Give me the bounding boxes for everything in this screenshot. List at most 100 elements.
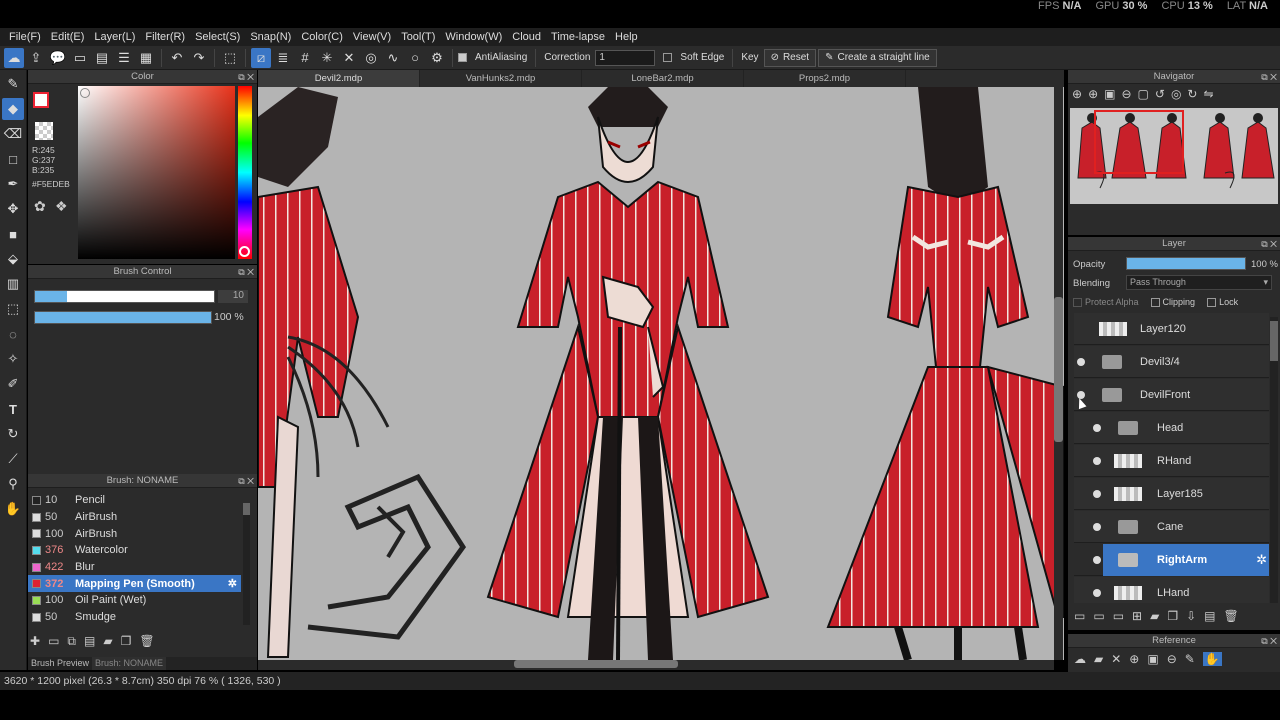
brush-tool-icon[interactable]: ✎ <box>2 73 24 95</box>
brush-settings-icon[interactable]: ✲ <box>228 577 237 590</box>
brush-item[interactable]: 376 Watercolor <box>28 542 241 559</box>
snap-curve-icon[interactable]: ∿ <box>383 48 403 68</box>
trash-icon[interactable]: 🗑 <box>139 634 154 649</box>
drawing-canvas[interactable] <box>258 87 1064 660</box>
navigator-viewport[interactable] <box>1094 110 1184 174</box>
redo-icon[interactable]: ↷ <box>189 48 209 68</box>
snap-concentric-icon[interactable]: ◎ <box>361 48 381 68</box>
close-ref-icon[interactable]: ✕ <box>1111 652 1121 666</box>
layer-scrollbar[interactable] <box>1270 317 1278 603</box>
list-icon[interactable]: ☰ <box>114 48 134 68</box>
menu-cloud[interactable]: Cloud <box>507 31 546 43</box>
brush-preview-tab[interactable]: Brush Preview <box>28 657 92 670</box>
brush-opacity-value[interactable]: 100 % <box>214 311 244 323</box>
new-folder-icon[interactable]: ▰ <box>1150 609 1159 623</box>
menu-layer[interactable]: Layer(L) <box>89 31 140 43</box>
brush-size-value[interactable]: 10 <box>218 290 248 303</box>
saturation-value-picker[interactable] <box>78 86 235 259</box>
eyedropper-icon[interactable]: ⚲ <box>2 473 24 495</box>
panel-controls-icon[interactable]: ⧉ ✕ <box>238 265 254 279</box>
menu-edit[interactable]: Edit(E) <box>46 31 90 43</box>
brush-size-slider[interactable] <box>34 290 215 303</box>
soft-edge-checkbox[interactable] <box>663 53 673 62</box>
color-wheel-icon[interactable]: ✿ <box>34 198 46 215</box>
select-rect-icon[interactable]: ⬚ <box>2 298 24 320</box>
scroll-thumb[interactable] <box>1270 321 1278 361</box>
panel-controls-icon[interactable]: ⧉ ✕ <box>238 70 254 84</box>
brush-name-tab[interactable]: Brush: NONAME <box>92 657 167 670</box>
antialiasing-checkbox[interactable] <box>458 53 467 62</box>
panel-controls-icon[interactable]: ⧉ ✕ <box>238 474 254 488</box>
new-layer-1bit-icon[interactable]: ▭ <box>1113 609 1124 623</box>
layer-settings-icon[interactable]: ✲ <box>1256 552 1267 568</box>
layer-opacity-slider[interactable] <box>1126 257 1246 270</box>
menu-view[interactable]: View(V) <box>348 31 396 43</box>
visibility-icon[interactable] <box>1093 423 1101 432</box>
eyedropper-icon[interactable]: ✎ <box>1185 652 1195 666</box>
snap-parallel-icon[interactable]: ≣ <box>273 48 293 68</box>
panel-controls-icon[interactable]: ⧉ ✕ <box>1261 237 1277 251</box>
visibility-icon[interactable] <box>1093 588 1101 597</box>
merge-layer-icon[interactable]: ⇩ <box>1186 609 1196 623</box>
zoom-out-icon[interactable]: ⊕ <box>1088 87 1098 101</box>
hand-tool-icon[interactable]: ✋ <box>2 498 24 520</box>
brush-scrollbar[interactable] <box>243 503 250 625</box>
brush-props-icon[interactable]: ▤ <box>84 634 95 649</box>
color-palette-icon[interactable]: ❖ <box>55 198 68 215</box>
snap-off-icon[interactable]: ⧄ <box>251 47 271 68</box>
panel-controls-icon[interactable]: ⧉ ✕ <box>1261 70 1277 84</box>
lasso-icon[interactable]: ◌ <box>2 323 24 345</box>
folder-icon[interactable]: ▰ <box>103 634 112 649</box>
menu-window[interactable]: Window(W) <box>440 31 507 43</box>
menu-file[interactable]: File(F) <box>4 31 46 43</box>
open-file-icon[interactable]: ▰ <box>1094 652 1103 666</box>
hand-icon[interactable]: ✋ <box>1202 652 1222 666</box>
cloud-icon[interactable]: ☁ <box>4 47 24 68</box>
rotate-right-icon[interactable]: ↻ <box>1187 87 1197 101</box>
scroll-thumb[interactable] <box>1054 297 1063 442</box>
snap-grid-icon[interactable]: # <box>295 48 315 68</box>
grid-icon[interactable]: ▦ <box>136 48 156 68</box>
brush-opacity-slider[interactable] <box>34 311 212 324</box>
opacity-value[interactable]: 100 % <box>1251 259 1278 270</box>
straight-line-button[interactable]: ✎ Create a straight line <box>818 48 937 67</box>
snap-crisscross-icon[interactable]: ✕ <box>339 48 359 68</box>
save-icon[interactable]: ⇪ <box>26 48 46 68</box>
snap-settings-icon[interactable]: ⚙ <box>427 48 447 68</box>
zoom-in-icon[interactable]: ⊕ <box>1072 87 1082 101</box>
layer-row-selected[interactable]: RightArm ✲ <box>1074 544 1269 576</box>
visibility-icon[interactable] <box>1077 357 1085 366</box>
new-brush-icon[interactable]: ▭ <box>48 634 59 649</box>
panel-controls-icon[interactable]: ⧉ ✕ <box>1261 634 1277 648</box>
brush-item[interactable]: 100 AirBrush <box>28 525 241 542</box>
snap-radial-icon[interactable]: ✳ <box>317 48 337 68</box>
tab-lonebar2[interactable]: LoneBar2.mdp <box>582 70 744 87</box>
copy-layer-icon[interactable]: ❐ <box>1167 609 1178 623</box>
speech-bubble-icon[interactable]: 💬 <box>48 48 68 68</box>
cloud-open-icon[interactable]: ☁ <box>1074 652 1086 666</box>
navigator-thumbnail[interactable] <box>1070 108 1278 204</box>
duplicate-brush-icon[interactable]: ⧉ <box>67 634 76 649</box>
delete-layer-icon[interactable]: 🗑 <box>1224 609 1239 623</box>
flip-icon[interactable]: ⇋ <box>1203 87 1213 101</box>
tab-props2[interactable]: Props2.mdp <box>744 70 906 87</box>
menu-snap[interactable]: Snap(N) <box>245 31 296 43</box>
visibility-icon[interactable] <box>1093 522 1101 531</box>
fill-shape-icon[interactable]: ■ <box>2 223 24 245</box>
operation-tool-icon[interactable]: ↻ <box>2 423 24 445</box>
reset-button[interactable]: ⊘ Reset <box>763 48 817 67</box>
copy-icon[interactable]: ❐ <box>121 634 132 649</box>
menu-timelapse[interactable]: Time-lapse <box>546 31 610 43</box>
canvas-horizontal-scrollbar[interactable] <box>258 660 1054 670</box>
brush-item-selected[interactable]: 372 Mapping Pen (Smooth) ✲ <box>28 575 241 593</box>
foreground-color-swatch[interactable] <box>33 92 49 108</box>
blending-select[interactable]: Pass Through ▾ <box>1126 275 1272 290</box>
menu-filter[interactable]: Filter(R) <box>140 31 190 43</box>
select-pen-icon[interactable]: ✐ <box>2 373 24 395</box>
fit-icon[interactable]: ▣ <box>1104 87 1115 101</box>
clipping-option[interactable]: Clipping <box>1150 297 1195 308</box>
protect-alpha-option[interactable]: Protect Alpha <box>1073 297 1139 308</box>
rotate-reset-icon[interactable]: ◎ <box>1171 87 1181 101</box>
eraser-alt-icon[interactable]: ⌫ <box>2 123 24 145</box>
tab-vanhunks2[interactable]: VanHunks2.mdp <box>420 70 582 87</box>
